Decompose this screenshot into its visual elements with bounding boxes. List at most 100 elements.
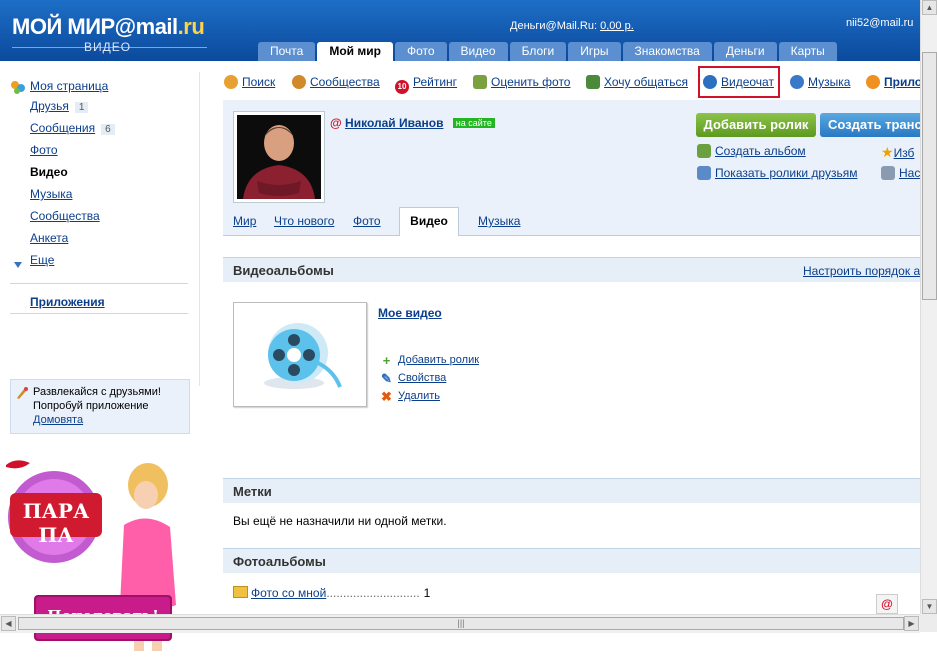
photo-album-link[interactable]: Фото со мной [251, 586, 326, 600]
toolbar-music[interactable]: Музыка [790, 75, 850, 89]
site-logo[interactable]: МОЙ МИР@mail.ru [12, 14, 205, 40]
photo-album-row: Фото со мной............................… [233, 586, 430, 600]
video-albums-header: Видеоальбомы Настроить порядок а [223, 257, 920, 282]
profile-name-block: @ Николай Иванов на сайте [330, 116, 495, 130]
sidebar-item-messages[interactable]: Сообщения 6 [30, 121, 115, 135]
album-action-delete[interactable]: ✖ Удалить [380, 390, 440, 403]
toolbar-rate-photo[interactable]: Оценить фото [473, 75, 570, 89]
money-value-link[interactable]: 0,00 р. [600, 20, 634, 32]
profile-tab-photo[interactable]: Фото [353, 214, 381, 228]
toolbar-label[interactable]: Прило [884, 75, 922, 89]
toolbar-label[interactable]: Музыка [808, 75, 850, 89]
properties-link[interactable]: Свойства [398, 372, 446, 384]
sidebar-divider [10, 313, 188, 314]
photo-albums-title: Фотоальбомы [233, 554, 326, 569]
promo-app-link[interactable]: Домовята [33, 414, 83, 426]
toolbar-label[interactable]: Оценить фото [491, 75, 570, 89]
tab-dating[interactable]: Знакомства [622, 42, 712, 61]
toolbar-label[interactable]: Поиск [242, 75, 275, 89]
sidebar-item-communities[interactable]: Сообщества [30, 209, 100, 223]
sidebar-item-more[interactable]: Еще [30, 253, 54, 267]
tab-maps[interactable]: Карты [778, 42, 837, 61]
rating-badge-icon: 10 [395, 80, 409, 94]
scroll-up-arrow-icon[interactable]: ▲ [922, 0, 937, 15]
toolbar-search[interactable]: Поиск [224, 75, 275, 89]
friends-count-badge: 1 [74, 102, 89, 113]
toolbar-label[interactable]: Рейтинг [413, 75, 457, 89]
video-album-thumbnail[interactable] [233, 302, 367, 407]
toolbar-communities[interactable]: Сообщества [292, 75, 380, 89]
sidebar-item-friends[interactable]: Друзья 1 [30, 99, 89, 113]
delete-x-icon: ✖ [381, 389, 392, 404]
mail-agent-icon[interactable]: @ [876, 594, 898, 614]
folder-icon [233, 586, 248, 598]
left-sidebar: Моя страница Друзья 1 Сообщения 6 Фото Вид… [0, 61, 200, 655]
sidebar-item-label[interactable]: Сообщения [30, 121, 95, 135]
toolbar-label[interactable]: Сообщества [310, 75, 380, 89]
chevron-down-icon [14, 257, 22, 271]
avatar[interactable] [233, 111, 325, 203]
logo-section-label: ВИДЕО [84, 40, 132, 54]
album-action-add[interactable]: + Добавить ролик [380, 354, 479, 367]
tab-video[interactable]: Видео [448, 42, 508, 61]
show-friends-videos-row[interactable]: Показать ролики друзьям [697, 166, 857, 180]
album-action-properties[interactable]: ✎ Свойства [380, 372, 446, 385]
sidebar-item-label[interactable]: Друзья [30, 99, 69, 113]
add-video-link[interactable]: Добавить ролик [398, 354, 479, 366]
photo-albums-header: Фотоальбомы [223, 548, 920, 573]
favorites-link-row[interactable]: ★Изб [881, 144, 914, 161]
settings-link[interactable]: Нас [899, 166, 920, 180]
sidebar-my-page[interactable]: Моя страница [30, 79, 108, 93]
tab-mail[interactable]: Почта [258, 42, 316, 61]
profile-tab-world[interactable]: Мир [233, 214, 256, 228]
sidebar-item-photo[interactable]: Фото [30, 143, 58, 157]
toolbar-rating[interactable]: 10 Рейтинг [395, 75, 457, 94]
user-email[interactable]: nii52@mail.ru [846, 17, 913, 29]
favorites-link[interactable]: Изб [894, 146, 915, 160]
mail-at-icon: @ [330, 116, 342, 130]
configure-order-link[interactable]: Настроить порядок а [803, 264, 920, 278]
horizontal-scrollbar[interactable]: ◀ ||| ▶ [0, 614, 920, 633]
create-album-link-row[interactable]: Создать альбом [697, 144, 806, 158]
profile-tab-video: Видео [399, 207, 459, 236]
profile-name[interactable]: Николай Иванов [345, 116, 443, 130]
money-label: Деньги@Mail.Ru: [510, 20, 598, 32]
profile-tab-whats-new[interactable]: Что нового [274, 214, 334, 228]
tab-photo[interactable]: Фото [394, 42, 447, 61]
vertical-scroll-thumb[interactable] [922, 52, 937, 300]
show-friends-videos-link[interactable]: Показать ролики друзьям [715, 166, 857, 180]
settings-icon [881, 166, 895, 180]
tab-money[interactable]: Деньги [713, 42, 777, 61]
sidebar-item-profile[interactable]: Анкета [30, 231, 68, 245]
horizontal-scroll-thumb[interactable]: ||| [18, 617, 904, 630]
profile-tabs-baseline [223, 235, 920, 236]
add-video-button[interactable]: Добавить ролик [696, 113, 816, 137]
video-albums-title: Видеоальбомы [233, 263, 334, 278]
music-icon [790, 75, 804, 89]
scroll-down-arrow-icon[interactable]: ▼ [922, 599, 937, 614]
toolbar-label[interactable]: Хочу общаться [604, 75, 688, 89]
tags-title: Метки [233, 484, 272, 499]
tab-games[interactable]: Игры [568, 42, 621, 61]
toolbar-apps[interactable]: Прило [866, 75, 922, 89]
scrollbar-corner [920, 614, 937, 632]
tab-my-world[interactable]: Мой мир [317, 42, 393, 61]
album-name-link[interactable]: Мое видео [378, 306, 442, 320]
toolbar-want-chat[interactable]: Хочу общаться [586, 75, 688, 89]
avatar-image [237, 115, 321, 199]
album-dots: ............................ [326, 586, 420, 600]
tab-blogs[interactable]: Блоги [509, 42, 567, 61]
scroll-left-arrow-icon[interactable]: ◀ [1, 616, 16, 631]
sidebar-item-music[interactable]: Музыка [30, 187, 72, 201]
pencil-icon: ✎ [381, 371, 392, 386]
delete-link[interactable]: Удалить [398, 390, 440, 402]
scroll-right-arrow-icon[interactable]: ▶ [904, 616, 919, 631]
online-status-badge: на сайте [452, 118, 495, 128]
create-album-link[interactable]: Создать альбом [715, 144, 806, 158]
film-reel-icon [264, 323, 342, 389]
settings-link-row[interactable]: Нас [881, 166, 920, 180]
sidebar-apps-link[interactable]: Приложения [30, 295, 105, 309]
create-broadcast-button[interactable]: Создать трансл [820, 113, 920, 137]
profile-tab-music[interactable]: Музыка [478, 214, 520, 228]
vertical-scrollbar[interactable]: ▲ ▼ [920, 0, 937, 614]
